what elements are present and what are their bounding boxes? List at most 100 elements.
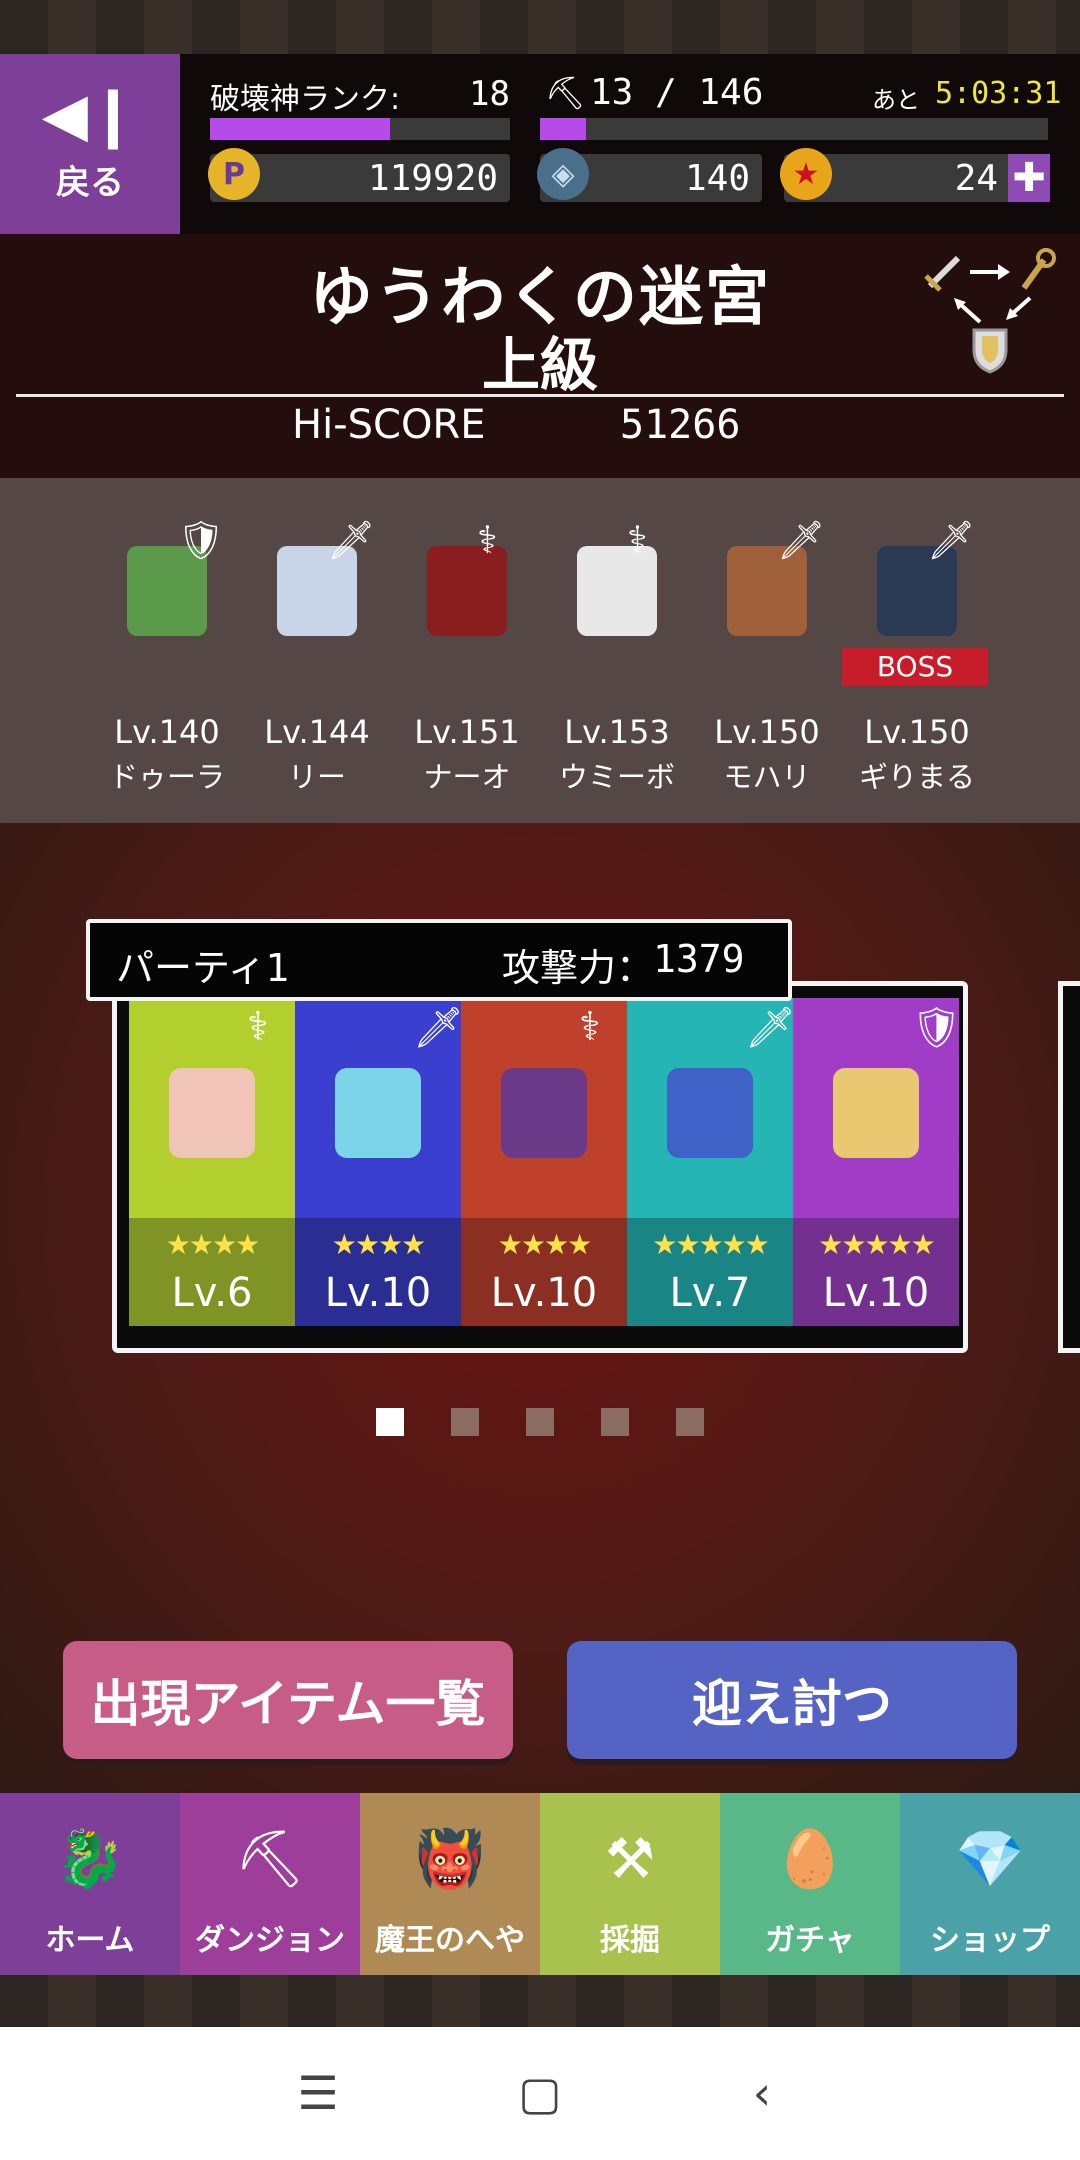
timer-value: 5:03:31	[935, 76, 1062, 111]
monster-stars: ★★★★	[497, 1228, 592, 1261]
pickaxe-icon: ⛏	[545, 74, 586, 112]
enemy-level: Lv.150	[714, 713, 820, 751]
enemy-card[interactable]: ⚕ Lv.153 ウミーボ	[542, 498, 692, 798]
difficulty-label: 上級	[481, 331, 598, 399]
points-value: 119920	[367, 157, 498, 199]
back-chevron-icon[interactable]: ‹	[722, 2053, 802, 2133]
enemy-lineup: 🛡 Lv.140 ドゥーラ 🗡 Lv.144 リー ⚕ Lv.151 ナーオ ⚕…	[0, 478, 1080, 823]
enemy-level: Lv.150	[864, 713, 970, 751]
header-divider	[16, 394, 1064, 397]
rank-progress-bar	[210, 118, 510, 140]
page-dot[interactable]	[676, 1408, 704, 1436]
enemy-level: Lv.144	[264, 713, 370, 751]
boss-badge: BOSS	[842, 648, 988, 686]
weapon-affinity-icon	[924, 248, 1056, 374]
enemy-card[interactable]: 🗡 Lv.150 モハリ	[692, 498, 842, 798]
party-title-box: パーティ1 攻撃力： 1379	[86, 919, 792, 1001]
fight-button[interactable]: 迎え討つ	[567, 1641, 1017, 1759]
monster-sprite	[169, 1068, 255, 1158]
miner-icon: ⚒	[604, 1826, 656, 1892]
nav-label: ガチャ	[765, 1923, 855, 1958]
stamina-progress-fill	[540, 118, 586, 140]
party-name: パーティ1	[116, 946, 290, 990]
enemy-name: ドゥーラ	[108, 760, 225, 794]
staff-icon: ⚕	[627, 518, 648, 562]
attack-label: 攻撃力：	[502, 946, 655, 990]
party-monster-slot[interactable]: ⚕ ★★★★ Lv.10	[461, 998, 627, 1326]
enemy-name: ナーオ	[423, 760, 511, 794]
enemy-name: ギりまる	[858, 760, 975, 794]
enemy-card[interactable]: 🛡 Lv.140 ドゥーラ	[92, 498, 242, 798]
page-dot[interactable]	[376, 1408, 404, 1436]
crystal-icon: ◈	[537, 148, 589, 200]
party-monster-slot[interactable]: ⚕ ★★★★ Lv.6	[129, 998, 295, 1326]
monster-level: Lv.6	[171, 1270, 253, 1316]
monster-stars: ★★★★★	[818, 1228, 936, 1261]
nav-gacha[interactable]: 🥚 ガチャ	[720, 1793, 900, 1975]
gacha-egg-icon: 🥚	[775, 1827, 845, 1892]
enemy-card[interactable]: 🗡 Lv.144 リー	[242, 498, 392, 798]
page-dot[interactable]	[451, 1408, 479, 1436]
rank-value: 18	[469, 74, 510, 114]
staff-icon: ⚕	[477, 518, 498, 562]
staff-icon	[1021, 248, 1056, 290]
nav-shop[interactable]: 💎 ショップ	[900, 1793, 1080, 1975]
top-decorative-strip	[0, 0, 1080, 54]
home-square-icon[interactable]: ▢	[500, 2053, 580, 2133]
nav-dungeon[interactable]: ⛏ ダンジョン	[180, 1793, 360, 1975]
add-gems-button[interactable]: ✚	[1008, 154, 1050, 202]
item-list-button[interactable]: 出現アイテム一覧	[63, 1641, 513, 1759]
dungeon-header: ゆうわくの迷宮 上級 Hi-SCORE 51266	[0, 234, 1080, 478]
staff-icon: ⚕	[579, 1004, 601, 1050]
enemy-name: リー	[287, 760, 346, 794]
monster-info: ★★★★ Lv.6	[129, 1218, 295, 1326]
page-dot[interactable]	[526, 1408, 554, 1436]
hiscore-value: 51266	[620, 402, 741, 448]
monster-sprite	[833, 1068, 919, 1158]
timer-label: あと	[872, 86, 920, 114]
enemy-card[interactable]: ⚕ Lv.151 ナーオ	[392, 498, 542, 798]
monster-level: Lv.10	[490, 1270, 598, 1316]
bottom-navigation: 🐉 ホーム ⛏ ダンジョン 👹 魔王のへや ⚒ 採掘 🥚 ガチャ 💎 ショップ	[0, 1793, 1080, 1975]
enemy-level: Lv.153	[564, 713, 670, 751]
monster-stars: ★★★★★	[652, 1228, 770, 1261]
stamina-progress-bar	[540, 118, 1048, 140]
back-arrow-icon: ◀❙	[41, 79, 139, 150]
monster-stars: ★★★★	[331, 1228, 426, 1261]
party-monster-slot[interactable]: 🗡 ★★★★ Lv.10	[295, 998, 464, 1326]
monster-level: Lv.10	[822, 1270, 930, 1316]
party-carousel-card[interactable]: ⚕ ★★★★ Lv.6 🗡 ★★★★ Lv.10 ⚕ ★★★★ Lv.10 🗡	[112, 981, 968, 1353]
monster-info: ★★★★ Lv.10	[295, 1218, 461, 1326]
sword-icon: 🗡	[745, 1005, 796, 1051]
sword-icon: 🗡	[327, 518, 376, 562]
shield-icon: 🛡	[911, 1005, 962, 1051]
nav-demon-lord-room[interactable]: 👹 魔王のへや	[360, 1793, 540, 1975]
back-button[interactable]: ◀❙ 戻る	[0, 54, 180, 234]
nav-label: ダンジョン	[195, 1923, 345, 1958]
monster-sprite	[501, 1068, 587, 1158]
nav-label: 採掘	[600, 1923, 660, 1958]
monster-info: ★★★★★ Lv.10	[793, 1218, 959, 1326]
shield-icon: 🛡	[177, 518, 226, 562]
nav-mining[interactable]: ⚒ 採掘	[540, 1793, 720, 1975]
next-party-card-peek[interactable]	[1058, 981, 1080, 1353]
nav-label: 魔王のへや	[375, 1923, 525, 1958]
page-dot[interactable]	[601, 1408, 629, 1436]
menu-icon[interactable]: ☰	[278, 2053, 358, 2133]
shop-gem-icon: 💎	[955, 1827, 1025, 1892]
gem-icon: ★	[780, 148, 832, 200]
crystal-value: 140	[684, 157, 750, 199]
party-monster-slot[interactable]: 🗡 ★★★★★ Lv.7	[627, 998, 796, 1326]
status-header: ◀❙ 戻る 破壊神ランク: 18 ⛏ 13 / 146 あと 5:03:31 1…	[0, 54, 1080, 234]
nav-home[interactable]: 🐉 ホーム	[0, 1793, 180, 1975]
enemy-name: ウミーボ	[558, 760, 675, 794]
fight-label: 迎え討つ	[692, 1675, 892, 1733]
shield-icon	[972, 328, 1008, 374]
monster-level: Lv.7	[669, 1270, 751, 1316]
monster-stars: ★★★★	[165, 1228, 260, 1261]
sword-icon	[924, 255, 961, 292]
sword-icon: 🗡	[927, 518, 976, 562]
monster-sprite	[667, 1068, 753, 1158]
party-monster-slot[interactable]: 🛡 ★★★★★ Lv.10	[793, 998, 962, 1326]
monster-info: ★★★★★ Lv.7	[627, 1218, 793, 1326]
